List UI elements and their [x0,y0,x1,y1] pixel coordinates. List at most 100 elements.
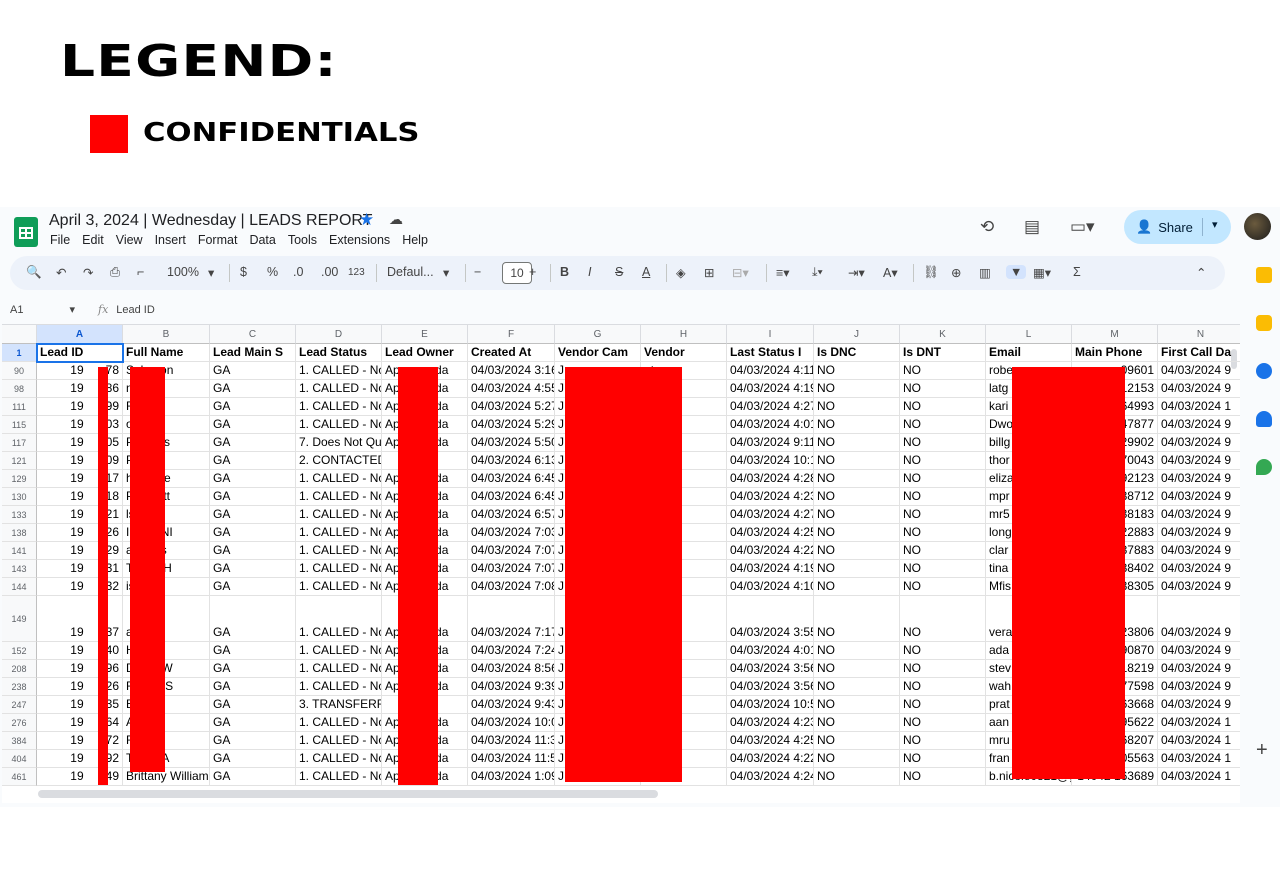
table-cell[interactable]: 04/03/2024 9 [1158,506,1240,524]
zoom-chevron-icon[interactable]: ▾ [208,265,214,280]
table-cell[interactable]: 04/03/2024 4:01 [727,416,814,434]
table-cell[interactable]: NO [814,470,900,488]
table-cell[interactable]: GA [210,596,296,642]
keep-icon[interactable] [1256,315,1272,331]
horizontal-scrollbar[interactable] [38,790,658,798]
table-cell[interactable]: NO [900,542,986,560]
table-cell[interactable]: 2. CONTACTED - B [296,452,382,470]
font-chevron-icon[interactable]: ▾ [443,265,449,280]
table-cell[interactable]: NO [900,524,986,542]
increase-font-size-button[interactable]: + [529,265,536,279]
table-cell[interactable]: 04/03/2024 9:39 [468,678,555,696]
comments-icon[interactable]: ▤ [1024,217,1040,237]
table-cell[interactable]: 04/03/2024 4:23 [727,714,814,732]
row-header[interactable]: 208 [2,660,37,678]
table-cell[interactable]: GA [210,768,296,786]
maps-icon[interactable] [1256,459,1272,475]
table-cell[interactable]: 19 18 [37,488,123,506]
table-cell[interactable]: 04/03/2024 7:17 [468,596,555,642]
table-cell[interactable]: NO [900,750,986,768]
table-cell[interactable]: 04/03/2024 4:23 [727,488,814,506]
table-cell[interactable]: 04/03/2024 11:5 [468,750,555,768]
table-cell[interactable]: 3. TRANSFERRED [296,696,382,714]
table-cell[interactable]: 04/03/2024 4:55 [468,380,555,398]
table-cell[interactable]: 19 32 [37,578,123,596]
table-cell[interactable]: NO [900,578,986,596]
table-cell[interactable]: 04/03/2024 9 [1158,524,1240,542]
row-header[interactable]: 152 [2,642,37,660]
align-left-icon[interactable]: ≡▾ [776,265,790,280]
table-cell[interactable]: 19 72 [37,732,123,750]
header-cell[interactable]: Full Name [123,344,210,362]
table-cell[interactable]: 04/03/2024 7:03 [468,524,555,542]
table-cell[interactable]: NO [814,434,900,452]
decrease-decimal-button[interactable]: .0 [293,265,303,279]
table-cell[interactable]: 1. CALLED - No [296,660,382,678]
table-cell[interactable]: 04/03/2024 5:50 [468,434,555,452]
table-cell[interactable]: 04/03/2024 4:22 [727,750,814,768]
table-cell[interactable]: NO [900,470,986,488]
text-color-button[interactable]: A [642,265,650,279]
table-cell[interactable]: NO [900,678,986,696]
column-header-g[interactable]: G [555,325,641,344]
table-cell[interactable]: NO [900,398,986,416]
table-cell[interactable]: 04/03/2024 4:24 [727,768,814,786]
column-header-i[interactable]: I [727,325,814,344]
table-cell[interactable]: NO [900,660,986,678]
header-cell[interactable]: Lead Main S [210,344,296,362]
column-header-d[interactable]: D [296,325,382,344]
table-cell[interactable]: GA [210,714,296,732]
table-cell[interactable]: 19 99 [37,398,123,416]
table-cell[interactable]: 04/03/2024 4:25 [727,524,814,542]
undo-icon[interactable]: ↶ [56,265,66,280]
table-cell[interactable]: 04/03/2024 4:19 [727,560,814,578]
table-cell[interactable]: NO [900,416,986,434]
table-cell[interactable]: 04/03/2024 5:27 [468,398,555,416]
header-cell[interactable]: Vendor Cam [555,344,641,362]
table-cell[interactable]: 1. CALLED - No [296,642,382,660]
column-header-h[interactable]: H [641,325,727,344]
table-cell[interactable]: 04/03/2024 1 [1158,750,1240,768]
history-icon[interactable]: ⟲ [980,217,994,237]
fill-color-icon[interactable]: ◈ [676,265,686,280]
column-header-k[interactable]: K [900,325,986,344]
table-cell[interactable]: 19 26 [37,678,123,696]
strikethrough-button[interactable]: S [615,265,623,279]
table-cell[interactable]: 04/03/2024 9 [1158,434,1240,452]
table-cell[interactable]: NO [814,578,900,596]
header-cell[interactable]: Vendor [641,344,727,362]
table-cell[interactable]: 04/03/2024 3:55 [727,596,814,642]
table-cell[interactable]: 1. CALLED - No [296,416,382,434]
table-cell[interactable]: 1. CALLED - No [296,542,382,560]
name-box[interactable]: A1 ▾ [10,303,75,316]
table-cell[interactable]: 04/03/2024 4:27 [727,506,814,524]
table-cell[interactable]: GA [210,452,296,470]
table-cell[interactable]: NO [900,642,986,660]
table-cell[interactable]: 7. Does Not Qua [296,434,382,452]
table-cell[interactable]: 1. CALLED - No [296,596,382,642]
table-cell[interactable]: 19 49 [37,768,123,786]
row-header[interactable]: 121 [2,452,37,470]
row-header[interactable]: 144 [2,578,37,596]
row-header[interactable]: 111 [2,398,37,416]
table-cell[interactable]: 04/03/2024 6:45 [468,488,555,506]
cloud-status-icon[interactable]: ☁ [389,211,403,228]
table-cell[interactable]: 04/03/2024 5:29 [468,416,555,434]
table-cell[interactable]: 19 86 [37,380,123,398]
table-cell[interactable]: 04/03/2024 1 [1158,732,1240,750]
table-cell[interactable]: NO [814,416,900,434]
contacts-icon[interactable] [1256,411,1272,427]
table-cell[interactable]: 1. CALLED - No [296,488,382,506]
table-cell[interactable]: 1. CALLED - No [296,768,382,786]
header-cell[interactable]: Is DNT [900,344,986,362]
table-cell[interactable]: 04/03/2024 9 [1158,416,1240,434]
column-header-n[interactable]: N [1158,325,1240,344]
table-cell[interactable]: NO [900,362,986,380]
table-cell[interactable]: 04/03/2024 3:16 [468,362,555,380]
table-cell[interactable]: 04/03/2024 4:19 [727,380,814,398]
add-addon-icon[interactable]: + [1256,739,1268,762]
table-cell[interactable]: NO [814,660,900,678]
table-cell[interactable]: 1. CALLED - No [296,470,382,488]
borders-icon[interactable]: ⊞ [704,265,714,280]
decrease-font-size-button[interactable]: − [474,265,481,279]
